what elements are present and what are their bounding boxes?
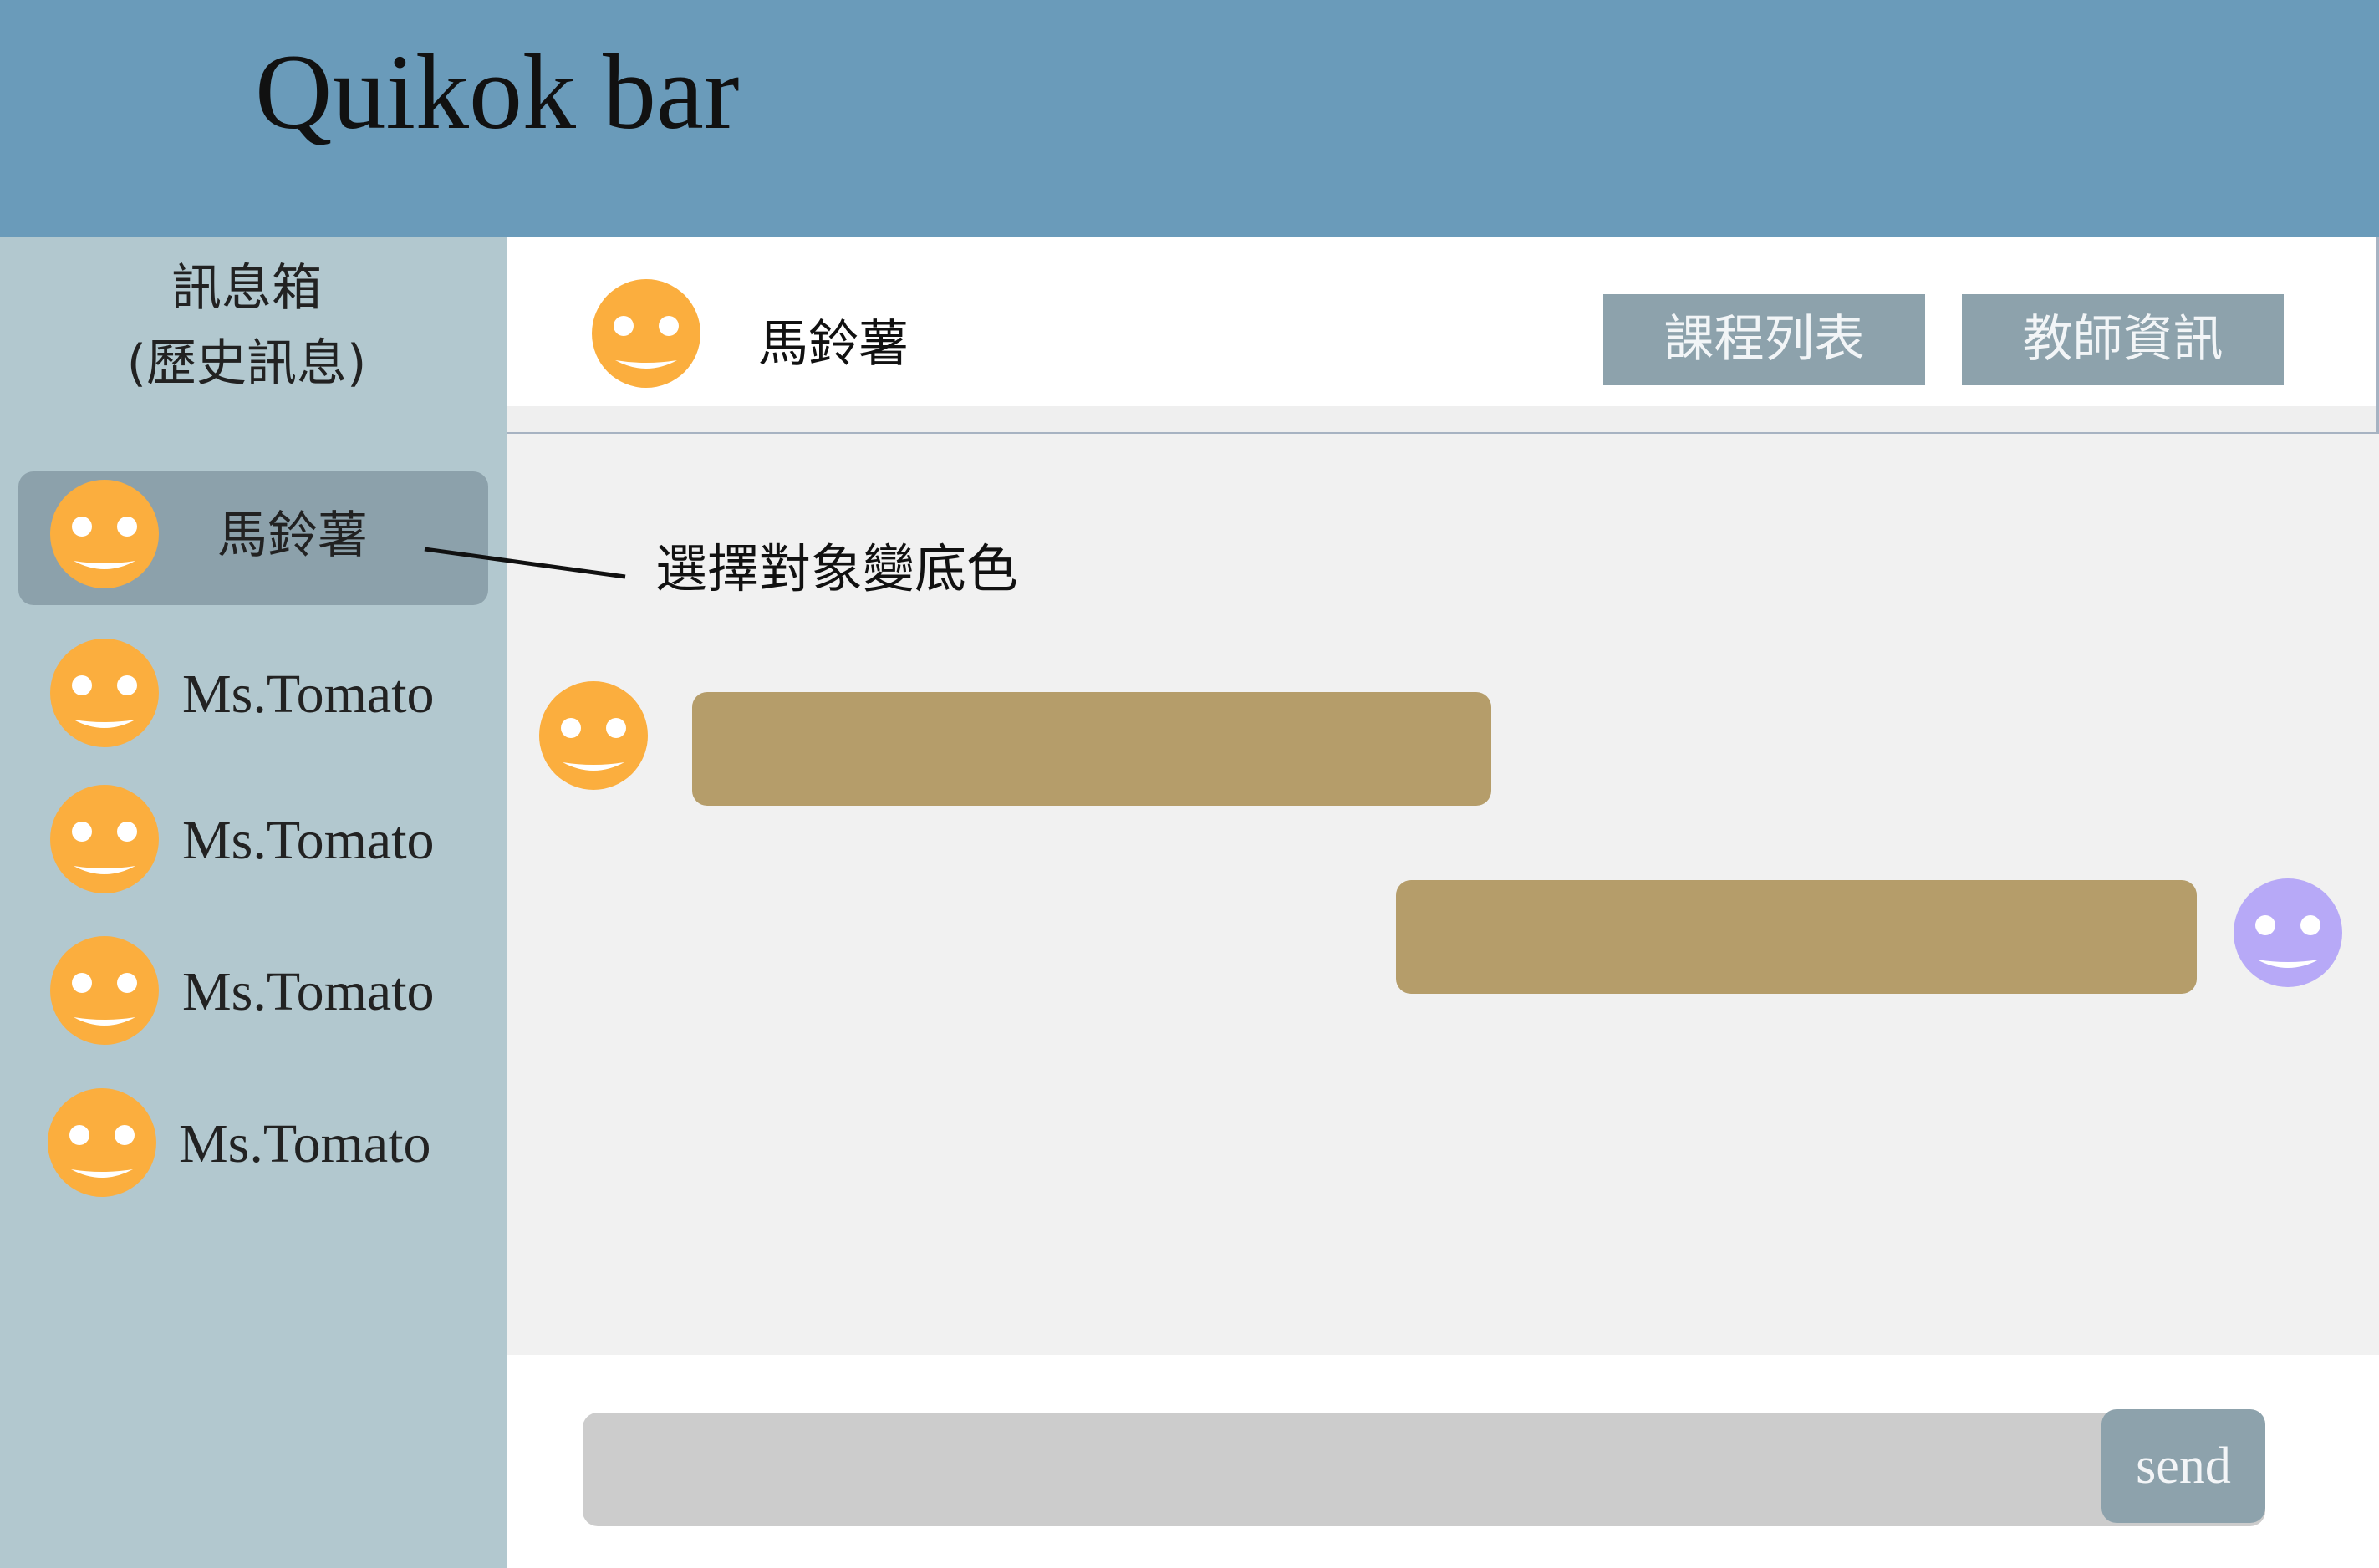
sidebar-title: 訊息箱 (歷史訊息) (0, 251, 493, 401)
chat-header: 馬鈴薯 課程列表 教師資訊 (507, 237, 2379, 434)
chat-contact-name: 馬鈴薯 (758, 315, 909, 374)
sidebar-title-main: 訊息箱 (171, 259, 322, 318)
contact-name: Ms.Tomato (182, 810, 435, 871)
send-button[interactable]: send (2101, 1409, 2265, 1523)
teacher-info-button[interactable]: 教師資訊 (1962, 294, 2284, 385)
contact-item[interactable]: Ms.Tomato (18, 1080, 488, 1209)
smiley-face-icon (50, 936, 159, 1045)
avatar (50, 639, 159, 747)
outgoing-message-bubble (1396, 880, 2197, 994)
smiley-face-icon (592, 279, 700, 388)
incoming-avatar (539, 681, 648, 790)
contact-name: 馬鈴薯 (217, 507, 368, 565)
course-list-button[interactable]: 課程列表 (1603, 294, 1925, 385)
contact-item[interactable]: Ms.Tomato (18, 776, 488, 905)
smiley-face-icon (50, 639, 159, 747)
user-avatar (2234, 878, 2342, 987)
avatar (50, 785, 159, 893)
smiley-face-icon (50, 480, 159, 588)
avatar (50, 936, 159, 1045)
sidebar-title-sub: (歷史訊息) (126, 334, 367, 393)
incoming-message-bubble (692, 692, 1491, 806)
contact-name: Ms.Tomato (179, 1113, 431, 1174)
app-title: Quikok bar (255, 33, 740, 151)
avatar (48, 1088, 156, 1197)
annotation-line (424, 547, 626, 579)
smiley-face-icon (539, 681, 648, 790)
chat-contact-avatar (592, 279, 700, 388)
contact-item[interactable]: Ms.Tomato (18, 928, 488, 1056)
smiley-face-icon (2234, 878, 2342, 987)
contact-name: Ms.Tomato (182, 961, 435, 1022)
contact-item-selected[interactable]: 馬鈴薯 (18, 471, 488, 605)
contact-item[interactable]: Ms.Tomato (18, 630, 488, 759)
header-divider (507, 406, 2376, 432)
contact-name: Ms.Tomato (182, 664, 435, 725)
avatar (50, 480, 159, 588)
sidebar: 訊息箱 (歷史訊息) 馬鈴薯 Ms.Tomato Ms.Tomato Ms.To… (0, 237, 507, 1568)
message-composer: send (507, 1355, 2379, 1568)
annotation-text: 選擇對象變底色 (655, 538, 1019, 599)
app-header: Quikok bar (0, 0, 2379, 237)
smiley-face-icon (48, 1088, 156, 1197)
message-input[interactable] (583, 1413, 2265, 1526)
smiley-face-icon (50, 785, 159, 893)
